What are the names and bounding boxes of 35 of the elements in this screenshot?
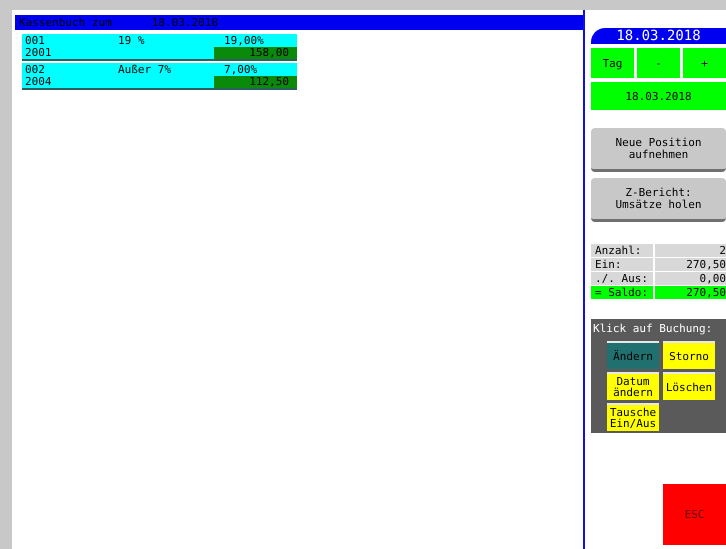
panel-title: Klick auf Buchung:	[593, 322, 714, 335]
action-button[interactable]: Neue Position aufnehmen	[591, 128, 726, 172]
date-field[interactable]: 18.03.2018	[591, 82, 726, 110]
tax-rate: 7,00%	[223, 64, 258, 76]
summary-label: Ein:	[591, 258, 653, 271]
amount: 112,50	[214, 76, 297, 88]
summary-value: 270,50	[655, 258, 726, 271]
amount: 158,00	[214, 47, 297, 59]
tax-label: 19 %	[118, 35, 146, 47]
booking-action-button[interactable]: Tausche Ein/Aus	[607, 403, 659, 431]
booking-action-button[interactable]: Datum ändern	[607, 372, 659, 400]
account-number: 2004	[24, 76, 52, 88]
summary-value: 270,50	[655, 286, 726, 299]
title-label: Kassenbuch zum	[19, 16, 112, 29]
action-button[interactable]: Z-Bericht: Umsätze holen	[591, 178, 726, 222]
booking-action-button[interactable]: Ändern	[607, 341, 659, 369]
tax-label: Außer 7%	[118, 64, 172, 76]
summary-label: = Saldo:	[591, 286, 653, 299]
booking-row[interactable]: 002 Außer 7% 7,00% 2004 112,50	[22, 63, 297, 90]
booking-number: 001	[24, 35, 46, 47]
summary-value: 2	[655, 244, 726, 257]
date-header: 18.03.2018	[591, 28, 726, 44]
booking-number: 002	[24, 64, 46, 76]
date-step-button[interactable]: Tag	[591, 48, 634, 78]
date-step-button[interactable]: +	[683, 48, 726, 78]
booking-action-button[interactable]: Löschen	[663, 372, 715, 400]
summary-label: Anzahl:	[591, 244, 653, 257]
summary-label: ./. Aus:	[591, 272, 653, 285]
summary-value: 0,00	[655, 272, 726, 285]
booking-action-button[interactable]: Storno	[663, 341, 715, 369]
date-step-button[interactable]: -	[637, 48, 680, 78]
booking-row[interactable]: 001 19 % 19,00% 2001 158,00	[22, 34, 297, 61]
title-date: 18.03.2018	[152, 16, 218, 29]
tax-rate: 19,00%	[223, 35, 265, 47]
account-number: 2001	[24, 47, 52, 59]
